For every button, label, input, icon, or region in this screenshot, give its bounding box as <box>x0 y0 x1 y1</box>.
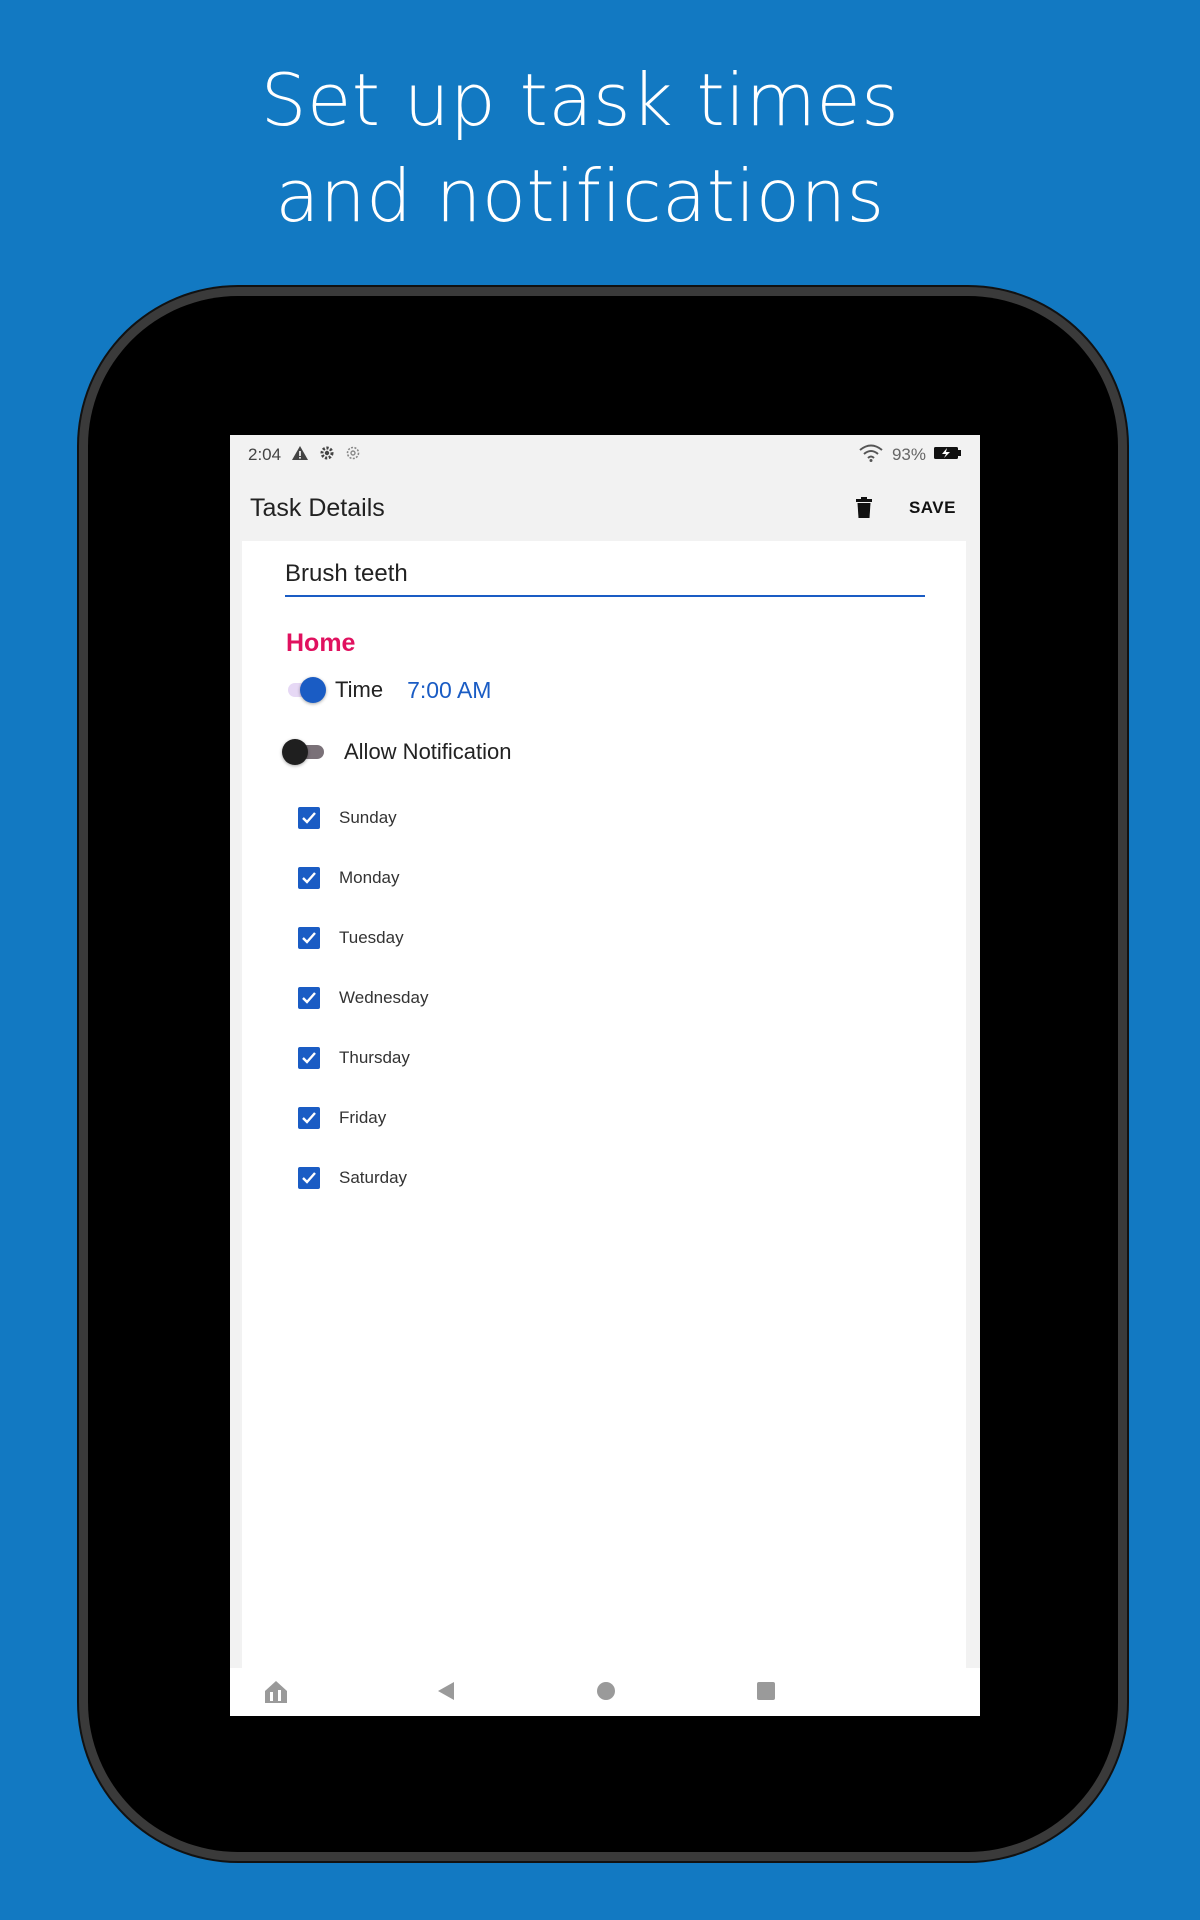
checkbox-friday[interactable] <box>298 1107 320 1129</box>
day-row-saturday: Saturday <box>298 1163 407 1193</box>
day-row-wednesday: Wednesday <box>298 983 428 1013</box>
check-icon <box>302 932 316 944</box>
day-row-tuesday: Tuesday <box>298 923 404 953</box>
check-icon <box>302 812 316 824</box>
check-icon <box>302 1112 316 1124</box>
day-label-tuesday: Tuesday <box>339 928 404 947</box>
back-icon[interactable] <box>434 1678 458 1709</box>
checkbox-saturday[interactable] <box>298 1167 320 1189</box>
delete-button[interactable] <box>855 497 873 519</box>
category-label: Home <box>286 629 356 657</box>
page-title: Task Details <box>250 493 385 522</box>
checkbox-sunday[interactable] <box>298 807 320 829</box>
time-label: Time <box>335 677 384 702</box>
tablet-frame: 2:04 93% Task Details SAVE Brush teeth H… <box>88 296 1118 1852</box>
checkbox-monday[interactable] <box>298 867 320 889</box>
checkbox-wednesday[interactable] <box>298 987 320 1009</box>
notification-label: Allow Notification <box>344 739 512 764</box>
time-row: Time 7:00 AM <box>282 675 491 705</box>
check-icon <box>302 1172 316 1184</box>
device-screen: 2:04 93% Task Details SAVE Brush teeth H… <box>230 435 980 1716</box>
day-row-friday: Friday <box>298 1103 386 1133</box>
day-label-saturday: Saturday <box>339 1168 408 1187</box>
wifi-icon <box>858 444 884 467</box>
notification-toggle[interactable] <box>282 737 326 767</box>
status-bar: 2:04 93% <box>230 435 980 475</box>
task-name-input[interactable] <box>285 553 925 597</box>
trash-icon <box>855 497 872 518</box>
save-button[interactable]: SAVE <box>909 498 956 518</box>
headline-line-2: and notifications <box>275 154 885 238</box>
day-row-sunday: Sunday <box>298 803 397 833</box>
status-time: 2:04 <box>248 445 282 464</box>
battery-charging-icon <box>934 445 962 465</box>
system-nav-bar <box>230 1668 980 1716</box>
time-value[interactable]: 7:00 AM <box>407 677 491 704</box>
headline: Set up task times and notifications <box>0 52 1160 244</box>
check-icon <box>302 1052 316 1064</box>
app-bar: Task Details SAVE <box>230 475 980 541</box>
check-icon <box>302 872 316 884</box>
task-card: Home Time 7:00 AM Allow Notification Sun… <box>242 541 966 1671</box>
checkbox-thursday[interactable] <box>298 1047 320 1069</box>
app-home-icon[interactable] <box>262 1678 290 1711</box>
time-toggle[interactable] <box>282 675 326 705</box>
day-label-wednesday: Wednesday <box>339 988 429 1007</box>
notification-row: Allow Notification <box>282 737 512 767</box>
day-label-monday: Monday <box>339 868 400 887</box>
check-icon <box>302 992 316 1004</box>
day-row-monday: Monday <box>298 863 399 893</box>
checkbox-tuesday[interactable] <box>298 927 320 949</box>
settings-outline-icon <box>345 445 361 466</box>
day-label-sunday: Sunday <box>339 808 397 827</box>
warning-icon <box>291 445 309 466</box>
day-row-thursday: Thursday <box>298 1043 410 1073</box>
recents-icon[interactable] <box>754 1678 778 1709</box>
day-label-thursday: Thursday <box>339 1048 410 1067</box>
battery-percent: 93% <box>891 445 926 464</box>
home-icon[interactable] <box>594 1678 618 1709</box>
headline-line-1: Set up task times <box>260 58 900 142</box>
day-label-friday: Friday <box>339 1108 387 1127</box>
gear-icon <box>319 445 335 466</box>
